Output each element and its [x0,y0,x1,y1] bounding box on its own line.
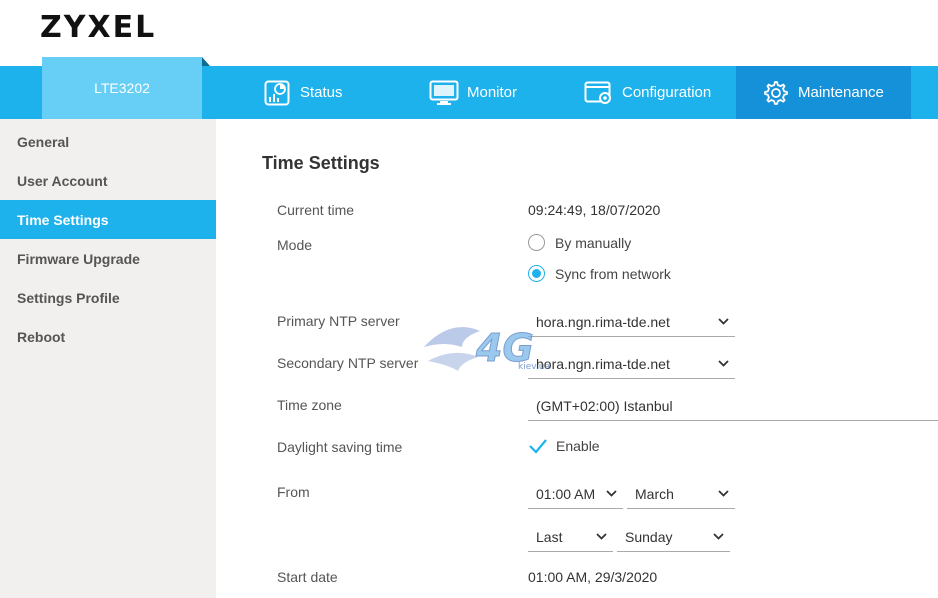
mode-label: Mode [277,237,313,253]
from-month-value: March [635,485,674,502]
mode-manual-radio[interactable]: By manually [528,234,631,251]
monitor-icon [429,78,459,108]
checkmark-icon [528,437,548,455]
radio-unselected-icon [528,234,545,251]
chevron-down-icon [718,490,729,497]
nav-maintenance[interactable]: Maintenance [736,66,911,119]
primary-ntp-label: Primary NTP server [277,313,400,329]
configuration-icon [584,78,614,108]
from-day-select[interactable]: Sunday [617,526,730,552]
sidebar-item-label: Settings Profile [17,289,120,306]
nav-maintenance-label: Maintenance [798,84,884,101]
watermark-logo: 4G kiev.ua [422,317,552,377]
model-label: LTE3202 [94,80,150,96]
sidebar-item-label: Time Settings [17,211,109,228]
sidebar: General User Account Time Settings Firmw… [0,119,216,598]
chevron-down-icon [718,318,729,325]
primary-ntp-value: hora.ngn.rima-tde.net [536,313,670,330]
from-day-value: Sunday [625,528,673,545]
mode-sync-radio[interactable]: Sync from network [528,265,671,282]
sidebar-item-user-account[interactable]: User Account [0,161,216,200]
from-time-select[interactable]: 01:00 AM [528,483,623,509]
nav-configuration-label: Configuration [622,84,712,101]
nav-configuration[interactable]: Configuration [584,66,711,119]
sidebar-item-label: Firmware Upgrade [17,250,140,267]
page-title: Time Settings [262,153,380,173]
main-content: Time Settings Current time 09:24:49, 18/… [216,119,938,598]
chevron-down-icon [606,490,617,497]
secondary-ntp-select[interactable]: hora.ngn.rima-tde.net [528,353,735,379]
timezone-value: (GMT+02:00) Istanbul [536,397,673,414]
current-time-value: 09:24:49, 18/07/2020 [528,202,661,218]
status-icon [262,78,292,108]
dst-enable-label: Enable [556,438,600,454]
secondary-ntp-label: Secondary NTP server [277,355,419,371]
current-time-label: Current time [277,202,355,218]
timezone-label: Time zone [277,397,342,413]
from-month-select[interactable]: March [627,483,735,509]
nav-status-label: Status [300,84,343,101]
sidebar-item-general[interactable]: General [0,122,216,161]
sidebar-item-settings-profile[interactable]: Settings Profile [0,278,216,317]
from-label: From [277,484,310,500]
chevron-down-icon [718,360,729,367]
from-time-value: 01:00 AM [536,485,596,502]
sidebar-item-label: User Account [17,172,108,189]
mode-sync-label: Sync from network [555,265,671,282]
chevron-down-icon [713,533,724,540]
model-tab[interactable]: LTE3202 [42,57,210,119]
nav-status[interactable]: Status [262,66,343,119]
watermark-subtext: kiev.ua [518,362,550,372]
primary-ntp-select[interactable]: hora.ngn.rima-tde.net [528,311,735,337]
sidebar-item-label: General [17,133,70,150]
sidebar-item-firmware-upgrade[interactable]: Firmware Upgrade [0,239,216,278]
nav-monitor[interactable]: Monitor [429,66,517,119]
secondary-ntp-value: hora.ngn.rima-tde.net [536,355,670,372]
chevron-down-icon [596,533,607,540]
sidebar-item-time-settings[interactable]: Time Settings [0,200,216,239]
timezone-select[interactable]: (GMT+02:00) Istanbul [528,395,938,421]
sidebar-item-reboot[interactable]: Reboot [0,317,216,356]
radio-selected-icon [528,265,545,282]
start-date-label: Start date [277,569,338,585]
dst-label: Daylight saving time [277,439,403,455]
nav-monitor-label: Monitor [467,84,518,101]
gear-icon [760,78,790,108]
mode-manual-label: By manually [555,234,632,251]
dst-enable-checkbox[interactable]: Enable [528,437,600,455]
brand-logo: ZYXEL [40,10,157,45]
from-week-value: Last [536,528,563,545]
sidebar-item-label: Reboot [17,328,66,345]
from-week-select[interactable]: Last [528,526,613,552]
start-date-value: 01:00 AM, 29/3/2020 [528,569,658,585]
